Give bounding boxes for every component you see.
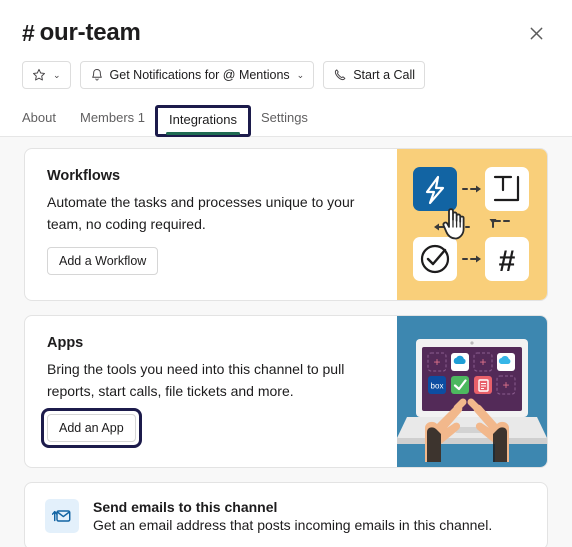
pointing-hand-cursor — [442, 208, 465, 240]
workflows-description: Automate the tasks and processes unique … — [47, 194, 355, 232]
star-dropdown-caret: ⌄ — [53, 69, 61, 80]
apps-card: Apps Bring the tools you need into this … — [24, 315, 548, 468]
close-button[interactable] — [522, 19, 550, 47]
send-emails-text: Send emails to this channel Get an email… — [93, 499, 492, 533]
add-workflow-button[interactable]: Add a Workflow — [47, 247, 159, 276]
tab-members[interactable]: Members 1 — [68, 111, 157, 133]
notifications-label: Get Notifications for @ Mentions — [109, 67, 290, 82]
send-emails-title: Send emails to this channel — [93, 499, 278, 515]
add-workflow-button-wrap: Add a Workflow — [47, 247, 159, 276]
tab-settings[interactable]: Settings — [249, 111, 320, 133]
svg-text:+: + — [433, 355, 440, 369]
notifications-button[interactable]: Get Notifications for @ Mentions ⌄ — [79, 61, 315, 89]
apps-card-text: Apps Bring the tools you need into this … — [25, 316, 397, 467]
start-call-label: Start a Call — [353, 67, 416, 82]
close-icon — [530, 27, 542, 39]
apps-title: Apps — [47, 335, 84, 351]
send-emails-row[interactable]: Send emails to this channel Get an email… — [24, 482, 548, 547]
svg-text:+: + — [502, 378, 509, 392]
tab-bar: About Members 1 Integrations Settings — [22, 101, 550, 137]
email-icon-container — [45, 499, 79, 533]
svg-text:#: # — [499, 245, 516, 278]
workflows-title: Workflows — [47, 168, 121, 184]
phone-icon — [335, 69, 346, 81]
title-row: # our-team — [22, 16, 550, 50]
channel-toolbar: ⌄ Get Notifications for @ Mentions ⌄ Sta… — [22, 61, 550, 89]
add-app-button-wrap: Add an App — [41, 408, 142, 449]
notifications-dropdown-caret: ⌄ — [296, 69, 305, 80]
email-forward-icon — [52, 510, 71, 522]
start-call-button[interactable]: Start a Call — [323, 61, 426, 89]
workflows-card: Workflows Automate the tasks and process… — [24, 148, 548, 301]
workflow-builder-illustration: # — [413, 167, 529, 281]
hash-icon: # — [22, 19, 35, 46]
channel-details-panel: # our-team ⌄ Get Notifications for @ Men… — [0, 0, 572, 547]
tab-integrations[interactable]: Integrations — [155, 105, 251, 137]
laptop-apps-illustration: + + + box — [397, 339, 547, 462]
star-channel-button[interactable]: ⌄ — [22, 61, 71, 89]
workflows-card-text: Workflows Automate the tasks and process… — [25, 149, 397, 300]
apps-description: Bring the tools you need into this chann… — [47, 361, 345, 399]
integrations-content: Workflows Automate the tasks and process… — [0, 137, 572, 547]
send-emails-subtitle: Get an email address that posts incoming… — [93, 517, 493, 533]
svg-text:box: box — [431, 382, 444, 391]
apps-illustration: + + + box — [397, 316, 547, 467]
channel-name: our-team — [39, 19, 141, 46]
bell-icon — [91, 69, 102, 81]
panel-header: # our-team ⌄ Get Notifications for @ Men… — [0, 0, 572, 137]
tab-about[interactable]: About — [22, 111, 68, 133]
svg-text:+: + — [479, 355, 486, 369]
add-app-button[interactable]: Add an App — [47, 414, 136, 443]
workflow-illustration: # — [397, 149, 547, 300]
page-title: # our-team — [22, 19, 141, 47]
star-icon — [33, 68, 45, 81]
